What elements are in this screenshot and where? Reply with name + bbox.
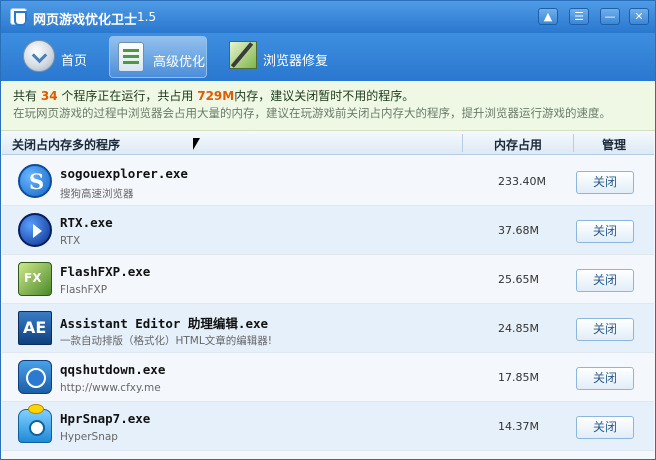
- process-desc: 一款自动排版（格式化）HTML文章的编辑器!: [60, 335, 272, 347]
- process-memory: 24.85M: [498, 322, 539, 335]
- skin-button[interactable]: ▲: [538, 8, 558, 25]
- header-divider: [462, 134, 463, 152]
- process-memory: 17.85M: [498, 371, 539, 384]
- repair-tool-icon: [229, 41, 257, 69]
- process-desc: http://www.cfxy.me: [60, 382, 161, 394]
- nav-home[interactable]: 首页: [19, 36, 99, 78]
- shield-logo-icon: [10, 8, 27, 26]
- close-process-button[interactable]: 关闭: [576, 318, 634, 341]
- process-memory: 37.68M: [498, 224, 539, 237]
- table-row[interactable]: sogouexplorer.exe 搜狗高速浏览器 233.40M 关闭: [2, 157, 654, 206]
- clipboard-icon: [118, 42, 144, 72]
- process-desc: 搜狗高速浏览器: [60, 188, 134, 200]
- nav-advanced-label: 高级优化: [153, 55, 206, 70]
- assistant-editor-icon: [18, 311, 52, 345]
- process-desc: RTX: [60, 235, 81, 247]
- info-mid: 个程序正在运行，共占用: [61, 89, 194, 103]
- table-row[interactable]: RTX.exe RTX 37.68M 关闭: [2, 206, 654, 255]
- sogou-icon: [18, 164, 52, 198]
- close-process-button[interactable]: 关闭: [576, 220, 634, 243]
- nav-browser-repair[interactable]: 浏览器修复: [225, 36, 345, 78]
- flashfxp-icon: [18, 262, 52, 296]
- info-prefix: 共有: [13, 89, 38, 103]
- close-process-button[interactable]: 关闭: [576, 171, 634, 194]
- running-count: 34: [40, 89, 58, 103]
- process-list: sogouexplorer.exe 搜狗高速浏览器 233.40M 关闭 RTX…: [2, 157, 654, 451]
- process-memory: 25.65M: [498, 273, 539, 286]
- qqshutdown-icon: [18, 360, 52, 394]
- process-name: FlashFXP.exe: [60, 264, 151, 279]
- process-desc: HyperSnap: [60, 431, 118, 443]
- process-name: Assistant Editor 助理编辑.exe: [60, 316, 269, 331]
- info-detail: 在玩网页游戏的过程中浏览器会占用大量的内存，建议在玩游戏前关闭占内存大的程序，提…: [13, 106, 611, 120]
- header-program: 关闭占内存多的程序: [12, 138, 121, 152]
- close-process-button[interactable]: 关闭: [576, 416, 634, 439]
- app-window: 网页游戏优化卫士 1.5 ▲ ☰ — ✕ 首页 高级优化 浏览器修复 共有 34…: [0, 0, 656, 460]
- info-suffix: 内存，建议关闭暂时不用的程序。: [234, 89, 415, 103]
- table-row[interactable]: qqshutdown.exe http://www.cfxy.me 17.85M…: [2, 353, 654, 402]
- header-divider: [573, 134, 574, 152]
- title-bar[interactable]: 网页游戏优化卫士 1.5 ▲ ☰ — ✕: [1, 1, 655, 33]
- process-name: RTX.exe: [60, 215, 113, 230]
- memory-total: 729: [197, 89, 223, 103]
- table-row[interactable]: Assistant Editor 助理编辑.exe 一款自动排版（格式化）HTM…: [2, 304, 654, 353]
- process-memory: 14.37M: [498, 420, 539, 433]
- nav-bar: 首页 高级优化 浏览器修复: [1, 33, 655, 81]
- info-summary: 共有 34 个程序正在运行，共占用 729M内存，建议关闭暂时不用的程序。: [13, 88, 643, 104]
- process-name: HprSnap7.exe: [60, 411, 151, 426]
- home-chevron-icon: [23, 40, 55, 72]
- table-header: 关闭占内存多的程序 内存占用 管理: [2, 131, 654, 155]
- process-name: sogouexplorer.exe: [60, 166, 188, 181]
- mouse-cursor-icon: [193, 138, 200, 150]
- rtx-icon: [18, 213, 52, 247]
- process-memory: 233.40M: [498, 175, 546, 188]
- header-manage: 管理: [602, 138, 627, 152]
- minimize-button[interactable]: —: [600, 8, 620, 25]
- hypersnap-icon: [18, 404, 52, 443]
- window-title: 网页游戏优化卫士: [33, 13, 138, 28]
- process-desc: FlashFXP: [60, 284, 108, 296]
- nav-home-label: 首页: [61, 54, 88, 69]
- close-process-button[interactable]: 关闭: [576, 269, 634, 292]
- table-row[interactable]: HprSnap7.exe HyperSnap 14.37M 关闭: [2, 402, 654, 451]
- menu-button[interactable]: ☰: [569, 8, 589, 25]
- header-memory[interactable]: 内存占用: [494, 136, 542, 153]
- window-version: 1.5: [137, 10, 157, 24]
- close-button[interactable]: ✕: [629, 8, 649, 25]
- close-process-button[interactable]: 关闭: [576, 367, 634, 390]
- process-name: qqshutdown.exe: [60, 362, 166, 377]
- nav-advanced-optimize[interactable]: 高级优化: [109, 36, 207, 78]
- memory-unit: M: [222, 89, 235, 103]
- table-row[interactable]: FlashFXP.exe FlashFXP 25.65M 关闭: [2, 255, 654, 304]
- info-panel: 共有 34 个程序正在运行，共占用 729M内存，建议关闭暂时不用的程序。 在玩…: [1, 81, 655, 131]
- nav-browser-repair-label: 浏览器修复: [263, 54, 329, 69]
